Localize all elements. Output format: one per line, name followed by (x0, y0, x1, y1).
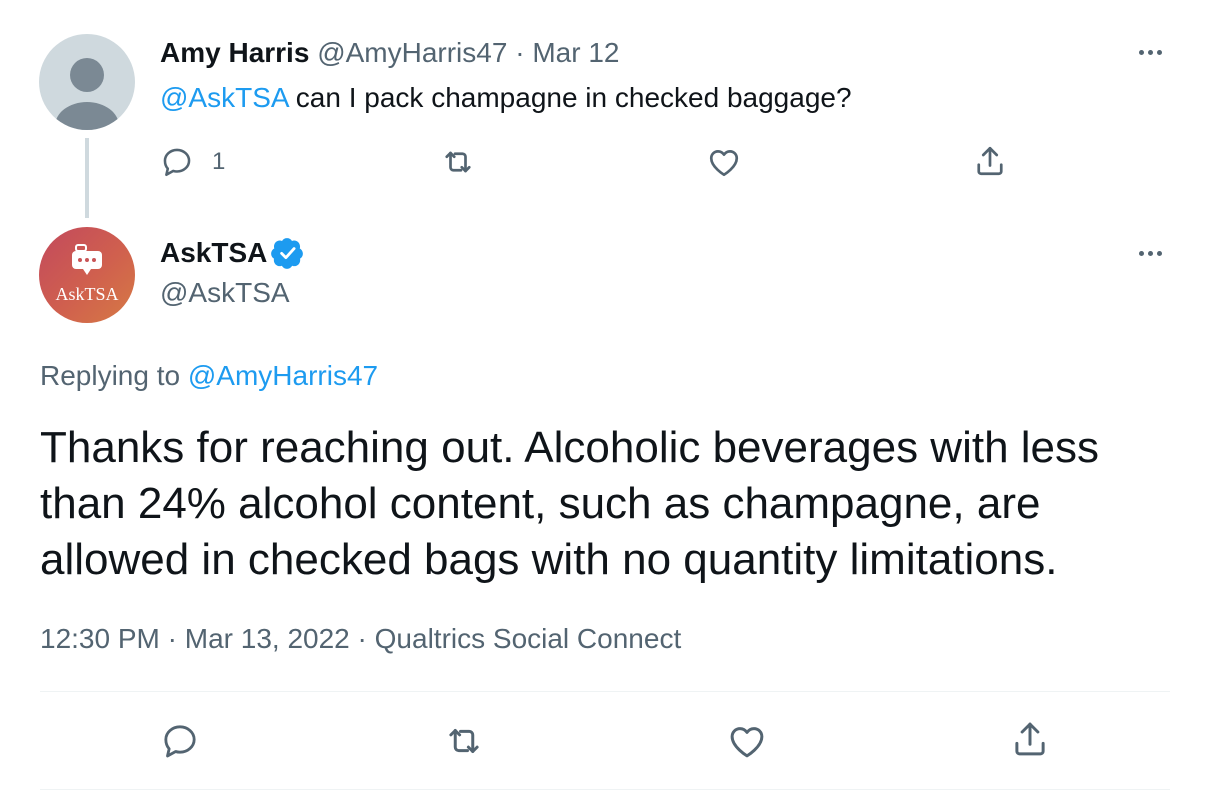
divider (40, 789, 1170, 790)
more-icon[interactable] (1139, 50, 1162, 55)
author-name[interactable]: Amy Harris (160, 37, 309, 68)
retweet-button[interactable] (443, 721, 485, 761)
default-avatar[interactable] (39, 34, 135, 130)
header-separator: · (515, 37, 525, 68)
replying-prefix: Replying to (40, 360, 188, 391)
like-button[interactable] (706, 144, 742, 180)
asktsa-avatar[interactable]: AskTSA (39, 227, 135, 323)
more-icon[interactable] (1139, 251, 1162, 256)
tweet-body: can I pack champagne in checked baggage? (288, 82, 852, 113)
divider (40, 691, 1170, 692)
retweet-button[interactable] (440, 144, 476, 180)
share-button[interactable] (972, 143, 1008, 179)
tweet-date[interactable]: Mar 13, 2022 (185, 623, 350, 654)
meta-separator: · (357, 623, 367, 654)
chat-bubble-icon (72, 244, 102, 275)
meta-separator: · (167, 623, 177, 654)
author-name[interactable]: AskTSA (160, 236, 267, 270)
reply-count: 1 (212, 148, 226, 175)
like-button[interactable] (726, 720, 768, 762)
tweet-text: Thanks for reaching out. Alcoholic bever… (40, 423, 1100, 584)
reply-button[interactable] (160, 721, 200, 761)
reply-icon (164, 725, 196, 758)
avatar-label: AskTSA (55, 284, 119, 304)
author-handle[interactable]: @AmyHarris47 (317, 37, 507, 68)
tweet-meta: 12:30 PM · Mar 13, 2022 · Qualtrics Soci… (40, 622, 681, 656)
share-icon (977, 146, 1003, 176)
reply-button[interactable]: 1 (160, 144, 225, 180)
reply-icon (163, 148, 191, 177)
tweet-header: Amy Harris @AmyHarris47 · Mar 12 (160, 36, 619, 70)
replying-to-link[interactable]: @AmyHarris47 (188, 360, 378, 391)
retweet-icon (445, 151, 471, 173)
like-icon (709, 150, 739, 177)
like-icon (730, 727, 764, 758)
verified-icon (271, 238, 304, 269)
thread-connector (85, 138, 89, 218)
tweet-text: @AskTSA can I pack champagne in checked … (160, 81, 852, 115)
mention-link[interactable]: @AskTSA (160, 82, 288, 113)
tweet-source[interactable]: Qualtrics Social Connect (375, 623, 682, 654)
author-handle[interactable]: @AskTSA (160, 276, 290, 310)
share-button[interactable] (1009, 718, 1051, 760)
tweet-time[interactable]: 12:30 PM (40, 623, 160, 654)
tweet-date[interactable]: Mar 12 (532, 37, 619, 68)
retweet-icon (449, 729, 479, 753)
default-profile-icon (55, 58, 119, 130)
share-icon (1015, 722, 1045, 756)
author-row: AskTSA (160, 236, 305, 270)
replying-to: Replying to @AmyHarris47 (40, 359, 378, 393)
